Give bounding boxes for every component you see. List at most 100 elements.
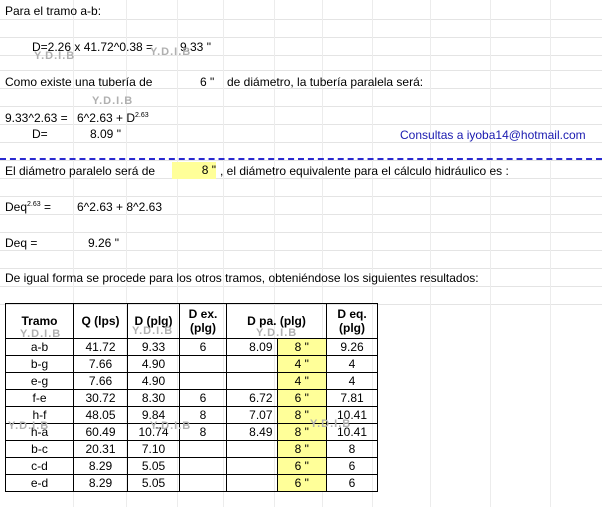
cell-d-pa-calc <box>226 440 277 458</box>
cell-q: 8.29 <box>73 457 128 475</box>
cell-d-eq: 4 <box>326 372 378 390</box>
cell-tramo: f-e <box>5 389 74 407</box>
watermark: Y.D.I.B <box>310 418 352 430</box>
parallel-text-post: , el diámetro equivalente para el cálcul… <box>220 164 509 178</box>
deq-exponent: 2.63 <box>27 201 41 208</box>
dashed-separator <box>0 158 602 160</box>
cell-d-pa: 4 " <box>276 372 327 390</box>
table-row: e-d 8.29 5.05 6 " 6 <box>5 474 378 492</box>
table-header-row: Tramo Q (lps) D (plg) D ex. (plg) D pa. … <box>5 303 378 339</box>
existing-pipe-text: Como existe una tubería de <box>5 75 153 89</box>
deq-formula: 6^2.63 + 8^2.63 <box>77 200 162 214</box>
cell-tramo: b-g <box>5 355 74 373</box>
table-row: b-c 20.31 7.10 8 " 8 <box>5 440 378 458</box>
cell-d-ex <box>179 372 227 390</box>
deq-label-base: Deq <box>5 200 28 214</box>
cell-d-ex <box>179 474 227 492</box>
cell-d-eq: 4 <box>326 355 378 373</box>
d-label: D= <box>32 127 48 141</box>
cell-d-pa-calc <box>226 372 277 390</box>
watermark: Y.D.I.B <box>150 46 192 58</box>
header-d-eq: D eq. (plg) <box>326 303 378 339</box>
cell-d: 9.33 <box>127 338 180 356</box>
watermark: Y.D.I.B <box>34 50 76 62</box>
cell-d: 4.90 <box>127 372 180 390</box>
cell-d-eq: 9.26 <box>326 338 378 356</box>
table-row: e-g 7.66 4.90 4 " 4 <box>5 372 378 390</box>
equation-left: 9.33^2.63 = <box>5 111 68 125</box>
section-title-ab: Para el tramo a-b: <box>5 4 102 18</box>
cell-d: 7.10 <box>127 440 180 458</box>
cell-q: 7.66 <box>73 355 128 373</box>
watermark: Y.D.I.B <box>256 327 298 339</box>
cell-q: 48.05 <box>73 406 128 424</box>
deq-label: Deq2.63 = <box>5 200 51 214</box>
watermark: Y.D.I.B <box>132 325 174 337</box>
deq-result-label: Deq = <box>5 236 38 250</box>
results-intro: De igual forma se procede para los otros… <box>5 271 479 285</box>
cell-d-pa-calc <box>226 474 277 492</box>
cell-d: 8.30 <box>127 389 180 407</box>
cell-d-eq: 6 <box>326 474 378 492</box>
watermark: Y.D.I.B <box>8 420 50 432</box>
table-row: b-g 7.66 4.90 4 " 4 <box>5 355 378 373</box>
parallel-size: 8 " <box>201 163 216 177</box>
header-d-ex: D ex. (plg) <box>179 303 227 339</box>
cell-d-pa-calc: 8.09 <box>226 338 277 356</box>
header-d-eq-label: D eq. (plg) <box>337 307 367 335</box>
cell-q: 30.72 <box>73 389 128 407</box>
cell-d: 5.05 <box>127 474 180 492</box>
cell-d-pa: 6 " <box>276 474 327 492</box>
existing-pipe-text-rest: de diámetro, la tubería paralela será: <box>227 75 424 89</box>
cell-d-eq: 6 <box>326 457 378 475</box>
cell-d: 5.05 <box>127 457 180 475</box>
cell-tramo: e-g <box>5 372 74 390</box>
equation-right: 6^2.63 + D2.63 <box>77 111 149 125</box>
cell-d-ex <box>179 355 227 373</box>
header-q: Q (lps) <box>73 303 128 339</box>
cell-d-pa-calc: 8.49 <box>226 423 277 441</box>
cell-d-pa-calc: 7.07 <box>226 406 277 424</box>
cell-d-pa-calc <box>226 355 277 373</box>
cell-q: 8.29 <box>73 474 128 492</box>
cell-tramo: a-b <box>5 338 74 356</box>
existing-pipe-size: 6 " <box>200 75 215 89</box>
cell-q: 41.72 <box>73 338 128 356</box>
parallel-size-cell: 8 " <box>172 162 216 179</box>
cell-d: 4.90 <box>127 355 180 373</box>
parallel-text: El diámetro paralelo será de <box>5 164 156 178</box>
table-row: f-e 30.72 8.30 6 6.72 6 " 7.81 <box>5 389 378 407</box>
contact-email[interactable]: Consultas a iyoba14@hotmail.com <box>400 128 586 142</box>
deq-result-value: 9.26 " <box>88 236 119 250</box>
cell-d-ex <box>179 457 227 475</box>
watermark: Y.D.I.B <box>20 328 62 340</box>
equation-exponent: 2.63 <box>135 112 149 119</box>
watermark: Y.D.I.B <box>92 95 134 107</box>
cell-d-pa: 8 " <box>276 338 327 356</box>
watermark: Y.D.I.B <box>150 420 192 432</box>
cell-tramo: c-d <box>5 457 74 475</box>
cell-d-eq: 7.81 <box>326 389 378 407</box>
cell-tramo: b-c <box>5 440 74 458</box>
deq-equals: = <box>40 200 51 214</box>
cell-d-eq: 8 <box>326 440 378 458</box>
cell-d-pa-calc: 6.72 <box>226 389 277 407</box>
cell-d-pa: 8 " <box>276 440 327 458</box>
cell-d-pa: 6 " <box>276 457 327 475</box>
cell-d-ex: 6 <box>179 389 227 407</box>
table-row: a-b 41.72 9.33 6 8.09 8 " 9.26 <box>5 338 378 356</box>
table-body: a-b 41.72 9.33 6 8.09 8 " 9.26 b-g 7.66 4.90 4 " 4 e… <box>5 338 378 492</box>
cell-d-ex: 6 <box>179 338 227 356</box>
cell-d-pa: 6 " <box>276 389 327 407</box>
table-row: c-d 8.29 5.05 6 " 6 <box>5 457 378 475</box>
d-value: 8.09 " <box>90 127 121 141</box>
cell-d-ex <box>179 440 227 458</box>
cell-d-pa-calc <box>226 457 277 475</box>
cell-d-pa: 4 " <box>276 355 327 373</box>
header-d-ex-label: D ex. (plg) <box>188 307 218 335</box>
cell-q: 60.49 <box>73 423 128 441</box>
equation-right-base: 6^2.63 + D <box>77 111 136 125</box>
cell-q: 7.66 <box>73 372 128 390</box>
cell-tramo: e-d <box>5 474 74 492</box>
cell-q: 20.31 <box>73 440 128 458</box>
